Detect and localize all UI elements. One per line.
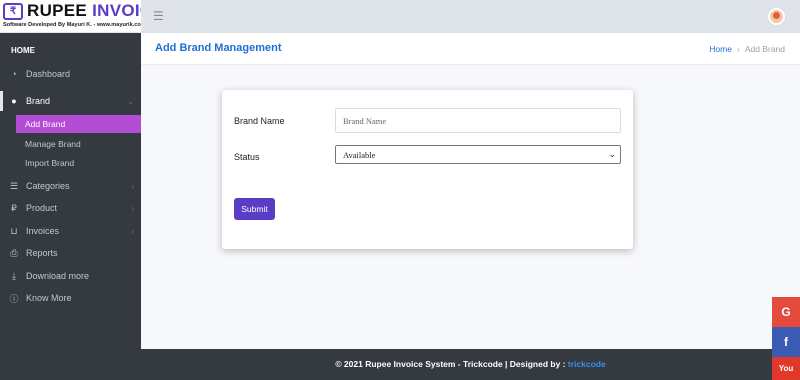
info-icon: ⓘ [9, 293, 19, 304]
sidebar-item-invoices[interactable]: ⊔ Invoices › [0, 221, 141, 241]
breadcrumb-separator-icon: › [736, 44, 740, 54]
sidebar-item-download-more[interactable]: ⤓ Download more [0, 266, 141, 286]
facebook-icon: f [784, 335, 788, 349]
chevron-right-icon: › [131, 226, 134, 236]
page-title: Add Brand Management [155, 42, 282, 54]
sidebar-subitem-import-brand[interactable]: Import Brand [16, 154, 141, 172]
submit-button[interactable]: Submit [234, 198, 275, 220]
youtube-share-button[interactable]: You [772, 357, 800, 380]
download-icon: ⤓ [12, 270, 16, 281]
app-tagline: Software Developed By Mayuri K. - www.ma… [3, 22, 146, 28]
brand-name-input[interactable] [335, 108, 621, 133]
sidebar-item-know-more[interactable]: ⓘ Know More [0, 288, 141, 308]
sidebar-item-label: Product [26, 203, 58, 213]
footer-text: © 2021 Rupee Invoice System - Trickcode … [335, 359, 566, 369]
chevron-right-icon: › [131, 203, 134, 213]
cart-icon: ⊔ [10, 225, 18, 236]
sidebar-item-label: Dashboard [26, 69, 71, 79]
chevron-down-icon: ⌄ [127, 96, 134, 106]
facebook-share-button[interactable]: f [772, 327, 800, 357]
footer: © 2021 Rupee Invoice System - Trickcode … [141, 349, 800, 380]
sidebar-subitem-manage-brand[interactable]: Manage Brand [16, 135, 141, 153]
hamburger-menu-icon[interactable]: ☰ [153, 9, 164, 23]
sidebar-header: HOME [11, 46, 35, 55]
list-icon: ☰ [9, 180, 19, 191]
brand-name-label: Brand Name [234, 116, 285, 126]
breadcrumb-current: Add Brand [744, 44, 785, 54]
sidebar-item-label: Invoices [26, 226, 60, 236]
chevron-down-icon: ⌄ [608, 149, 616, 159]
sidebar-item-categories[interactable]: ☰ Categories › [0, 176, 141, 196]
status-selected-value: Available [343, 149, 376, 160]
user-avatar[interactable] [768, 8, 785, 25]
sidebar-item-dashboard[interactable]: ◔ Dashboard [0, 64, 141, 84]
breadcrumb-home-link[interactable]: Home [709, 44, 732, 54]
brand-logo-area[interactable]: ₹ RUPEE INVOICE Software Developed By Ma… [0, 0, 164, 33]
status-label: Status [234, 152, 260, 162]
sidebar-item-brand[interactable]: ● Brand ⌄ [0, 91, 141, 111]
sidebar-item-product[interactable]: ₽ Product › [0, 198, 141, 218]
status-select[interactable]: Available ⌄ [335, 145, 621, 164]
print-icon: ⎙ [10, 247, 18, 258]
chevron-right-icon: › [131, 181, 134, 191]
rupee-icon: ₽ [11, 202, 17, 213]
apple-icon: ● [11, 96, 17, 106]
breadcrumb: Home › Add Brand [709, 44, 785, 54]
top-navbar: ☰ [141, 0, 800, 33]
rupee-logo-icon: ₹ [3, 3, 23, 20]
google-share-button[interactable]: G [772, 297, 800, 327]
sidebar-item-label: Categories [26, 181, 70, 191]
add-brand-form-card: Brand Name Status Available ⌄ Submit [222, 90, 633, 249]
sidebar-item-label: Brand [26, 96, 51, 106]
youtube-icon: You [778, 364, 794, 373]
content-header: Add Brand Management Home › Add Brand [141, 33, 800, 65]
sidebar-subitem-add-brand[interactable]: Add Brand [16, 115, 141, 133]
footer-link[interactable]: trickcode [568, 359, 606, 369]
google-icon: G [781, 305, 791, 319]
sidebar: HOME ◔ Dashboard ● Brand ⌄ Add Brand Man… [0, 33, 141, 380]
dashboard-icon: ◔ [11, 69, 17, 79]
sidebar-item-label: Know More [26, 293, 72, 303]
sidebar-item-reports[interactable]: ⎙ Reports [0, 243, 141, 263]
sidebar-item-label: Download more [26, 271, 90, 281]
logo-word-rupee: RUPEE [27, 1, 88, 20]
sidebar-item-label: Reports [26, 248, 58, 258]
